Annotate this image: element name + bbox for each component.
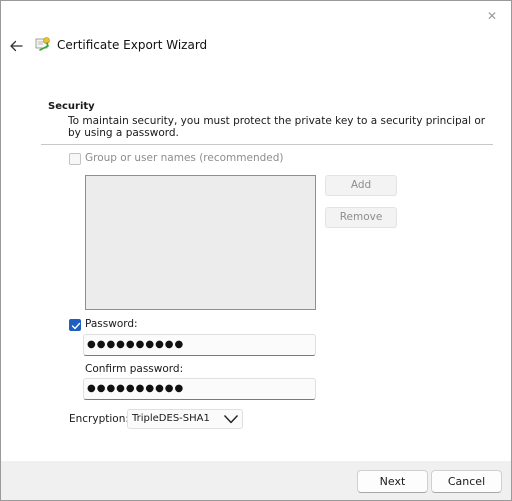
title-bar: ✕ Certificate Export Wizard bbox=[1, 1, 511, 91]
section-description: To maintain security, you must protect t… bbox=[68, 115, 486, 139]
chevron-down-icon bbox=[223, 415, 239, 424]
group-names-checkbox[interactable] bbox=[69, 153, 81, 165]
password-label: Password: bbox=[85, 318, 138, 330]
header-divider bbox=[41, 144, 493, 145]
password-input[interactable]: ●●●●●●●●●● bbox=[83, 334, 316, 356]
confirm-password-label: Confirm password: bbox=[85, 363, 184, 375]
confirm-password-input[interactable]: ●●●●●●●●●● bbox=[83, 378, 316, 400]
encryption-label: Encryption: bbox=[69, 413, 129, 425]
close-icon[interactable]: ✕ bbox=[483, 7, 501, 25]
add-button[interactable]: Add bbox=[325, 175, 397, 196]
checkmark-icon bbox=[71, 322, 81, 330]
encryption-select[interactable]: TripleDES-SHA1 bbox=[127, 409, 243, 429]
group-user-list[interactable] bbox=[85, 175, 316, 310]
next-button[interactable]: Next bbox=[357, 470, 428, 493]
wizard-title: Certificate Export Wizard bbox=[57, 38, 208, 52]
certificate-export-wizard-window: ✕ Certificate Export Wizard Security To … bbox=[0, 0, 512, 501]
group-names-label: Group or user names (recommended) bbox=[85, 152, 284, 164]
back-arrow-icon bbox=[10, 40, 23, 52]
password-checkbox[interactable] bbox=[69, 319, 81, 331]
certificate-icon bbox=[35, 36, 51, 52]
back-button[interactable] bbox=[7, 37, 25, 55]
encryption-selected-value: TripleDES-SHA1 bbox=[132, 413, 210, 424]
wizard-footer: Next Cancel bbox=[1, 461, 511, 500]
section-title: Security bbox=[48, 101, 95, 112]
wizard-content: Security To maintain security, you must … bbox=[1, 91, 511, 461]
remove-button[interactable]: Remove bbox=[325, 207, 397, 228]
cancel-button[interactable]: Cancel bbox=[431, 470, 502, 493]
